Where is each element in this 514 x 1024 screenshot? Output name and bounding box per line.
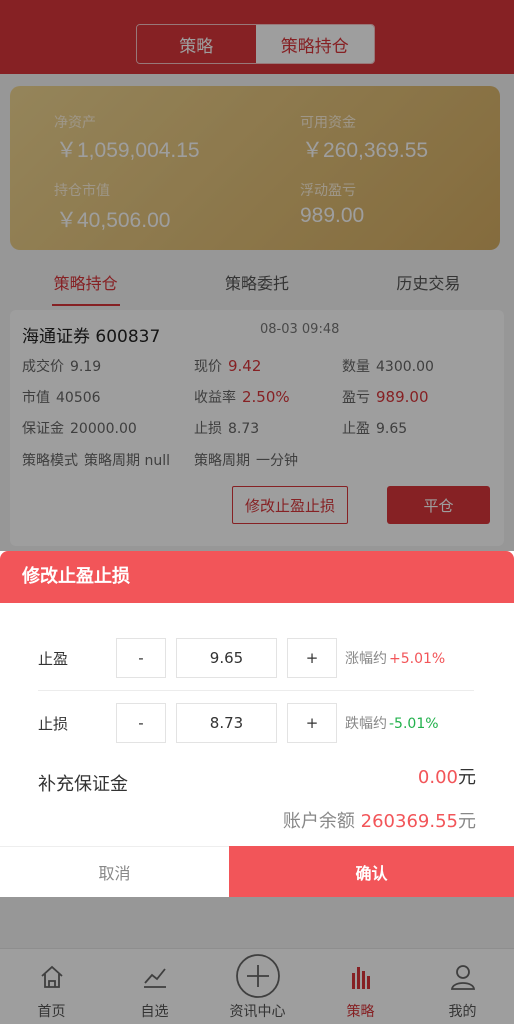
take-profit-minus-button[interactable]: -	[116, 638, 166, 678]
balance-unit: 元	[458, 811, 476, 832]
balance-label: 账户余额	[282, 811, 355, 832]
take-profit-pct: 涨幅约 +5.01%	[345, 648, 445, 668]
take-profit-input[interactable]: 9.65	[176, 638, 277, 678]
extra-margin-amount: 0.00	[417, 767, 458, 788]
stop-loss-row: 止损 - 8.73 + 跌幅约 -5.01%	[0, 703, 514, 743]
account-balance: 账户余额 260369.55元	[283, 807, 476, 833]
rise-label: 涨幅约	[345, 651, 387, 667]
row-divider	[38, 690, 474, 691]
stop-loss-input[interactable]: 8.73	[176, 703, 277, 743]
extra-margin-value[interactable]: 0.00元	[418, 763, 476, 789]
fall-value: -5.01%	[389, 716, 439, 732]
modal-title: 修改止盈止损	[0, 551, 514, 603]
stop-loss-pct: 跌幅约 -5.01%	[345, 713, 439, 733]
take-profit-row: 止盈 - 9.65 + 涨幅约 +5.01%	[0, 638, 514, 678]
fall-label: 跌幅约	[345, 716, 387, 732]
extra-margin-unit: 元	[458, 767, 476, 788]
stop-loss-plus-button[interactable]: +	[287, 703, 337, 743]
extra-margin-label: 补充保证金	[38, 774, 128, 795]
edit-stop-modal: 修改止盈止损 止盈 - 9.65 + 涨幅约 +5.01% 止损 - 8.73 +…	[0, 551, 514, 897]
take-profit-plus-button[interactable]: +	[287, 638, 337, 678]
confirm-button[interactable]: 确认	[229, 846, 514, 897]
stop-loss-row-label: 止损	[38, 715, 69, 733]
balance-amount: 260369.55	[360, 811, 458, 832]
take-profit-row-label: 止盈	[38, 650, 69, 668]
rise-value: +5.01%	[389, 651, 446, 667]
stop-loss-minus-button[interactable]: -	[116, 703, 166, 743]
cancel-button[interactable]: 取消	[0, 846, 229, 897]
